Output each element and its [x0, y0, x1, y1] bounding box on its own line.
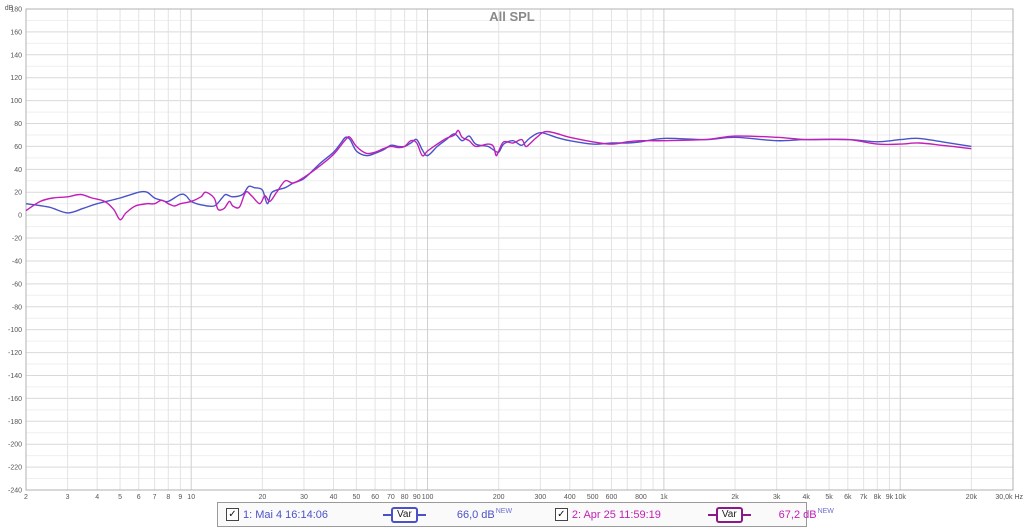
- x-tick-label: 6: [137, 494, 141, 500]
- x-tick-label: 9: [178, 494, 182, 500]
- level-value: 67,2 dB: [778, 509, 817, 521]
- y-tick-label: 140: [10, 52, 22, 59]
- measurement-2-var-button[interactable]: Var: [707, 506, 751, 523]
- y-tick-label: 60: [14, 144, 22, 151]
- y-tick-label: 40: [14, 167, 22, 174]
- x-tick-label: 10k: [895, 494, 907, 500]
- spl-chart: 180160140120100806040200-20-40-60-80-100…: [5, 5, 1024, 500]
- new-badge: NEW: [817, 508, 834, 515]
- measurement-1-var-button[interactable]: Var: [383, 506, 426, 523]
- x-tick-label: 30,0k Hz: [995, 494, 1023, 500]
- measurement-2-checkbox[interactable]: ✓: [554, 508, 568, 521]
- y-tick-label: 0: [18, 213, 22, 220]
- x-tick-label: 300: [534, 494, 546, 500]
- x-tick-label: 500: [587, 494, 599, 500]
- measurement-2-name[interactable]: 2: Apr 25 11:59:19: [572, 509, 708, 521]
- chart-title: All SPL: [489, 9, 535, 24]
- y-tick-label: -200: [8, 442, 22, 449]
- x-tick-label: 4: [95, 494, 99, 500]
- y-axis-label: dB: [5, 5, 14, 12]
- x-tick-label: 100: [422, 494, 434, 500]
- new-badge: NEW: [495, 508, 513, 515]
- measurement-1-level: 66,0 dBNEW: [457, 508, 547, 521]
- legend-bar: ✓ 1: Mai 4 16:14:06 Var 66,0 dBNEW ✓ 2: …: [217, 502, 834, 527]
- measurement-1-name[interactable]: 1: Mai 4 16:14:06: [243, 509, 383, 521]
- x-tick-label: 9k: [886, 494, 894, 500]
- x-tick-label: 400: [564, 494, 576, 500]
- y-tick-label: 80: [14, 121, 22, 128]
- minor-gridlines: [26, 19, 1013, 480]
- y-tick-label: -240: [8, 488, 22, 495]
- x-tick-label: 90: [413, 494, 421, 500]
- legend-entry-1: ✓ 1: Mai 4 16:14:06 Var 66,0 dBNEW: [218, 503, 547, 526]
- y-tick-label: -180: [8, 419, 22, 426]
- x-tick-label: 800: [635, 494, 647, 500]
- x-tick-label: 4k: [802, 494, 810, 500]
- x-tick-label: 7k: [860, 494, 868, 500]
- x-tick-label: 6k: [844, 494, 852, 500]
- x-tick-label: 80: [401, 494, 409, 500]
- y-tick-label: 20: [14, 190, 22, 197]
- x-tick-label: 70: [387, 494, 395, 500]
- x-tick-label: 5: [118, 494, 122, 500]
- y-tick-label: -100: [8, 327, 22, 334]
- x-tick-label: 3k: [773, 494, 781, 500]
- x-tick-label: 20k: [966, 494, 978, 500]
- y-tick-label: -20: [12, 236, 22, 243]
- x-axis-ticks: 2 3 4 5 6 7 8 9 10 20 30 40 50 60 70 80 90 100 200 300 400 50…: [24, 494, 1023, 500]
- x-tick-label: 20: [258, 494, 266, 500]
- y-tick-label: -140: [8, 373, 22, 380]
- x-tick-label: 1k: [660, 494, 668, 500]
- x-tick-label: 8k: [874, 494, 882, 500]
- y-tick-label: 160: [10, 29, 22, 36]
- y-tick-label: -220: [8, 465, 22, 472]
- x-tick-label: 5k: [825, 494, 833, 500]
- measurement-2-level: 67,2 dBNEW: [779, 508, 834, 521]
- y-tick-label: -40: [12, 258, 22, 265]
- measurement-1-checkbox[interactable]: ✓: [226, 508, 239, 521]
- x-tick-label: 60: [371, 494, 379, 500]
- y-tick-label: 120: [10, 75, 22, 82]
- x-tick-label: 10: [187, 494, 195, 500]
- y-tick-label: -60: [12, 281, 22, 288]
- var-label: Var: [391, 506, 418, 523]
- x-tick-label: 8: [166, 494, 170, 500]
- x-tick-label: 50: [352, 494, 360, 500]
- x-tick-label: 30: [300, 494, 308, 500]
- y-tick-label: 100: [10, 98, 22, 105]
- y-tick-label: -120: [8, 350, 22, 357]
- x-tick-label: 7: [153, 494, 157, 500]
- x-tick-label: 200: [493, 494, 505, 500]
- var-label: Var: [715, 506, 743, 523]
- y-tick-label: -160: [8, 396, 22, 403]
- x-tick-label: 600: [606, 494, 618, 500]
- x-tick-label: 40: [330, 494, 338, 500]
- level-value: 66,0 dB: [456, 509, 495, 521]
- x-tick-label: 2: [24, 494, 28, 500]
- x-tick-label: 2k: [731, 494, 739, 500]
- y-tick-label: -80: [12, 304, 22, 311]
- legend-entry-2: ✓ 2: Apr 25 11:59:19 Var 67,2 dBNEW: [547, 503, 834, 526]
- y-axis-ticks: 180160140120100806040200-20-40-60-80-100…: [8, 7, 22, 495]
- x-tick-label: 3: [66, 494, 70, 500]
